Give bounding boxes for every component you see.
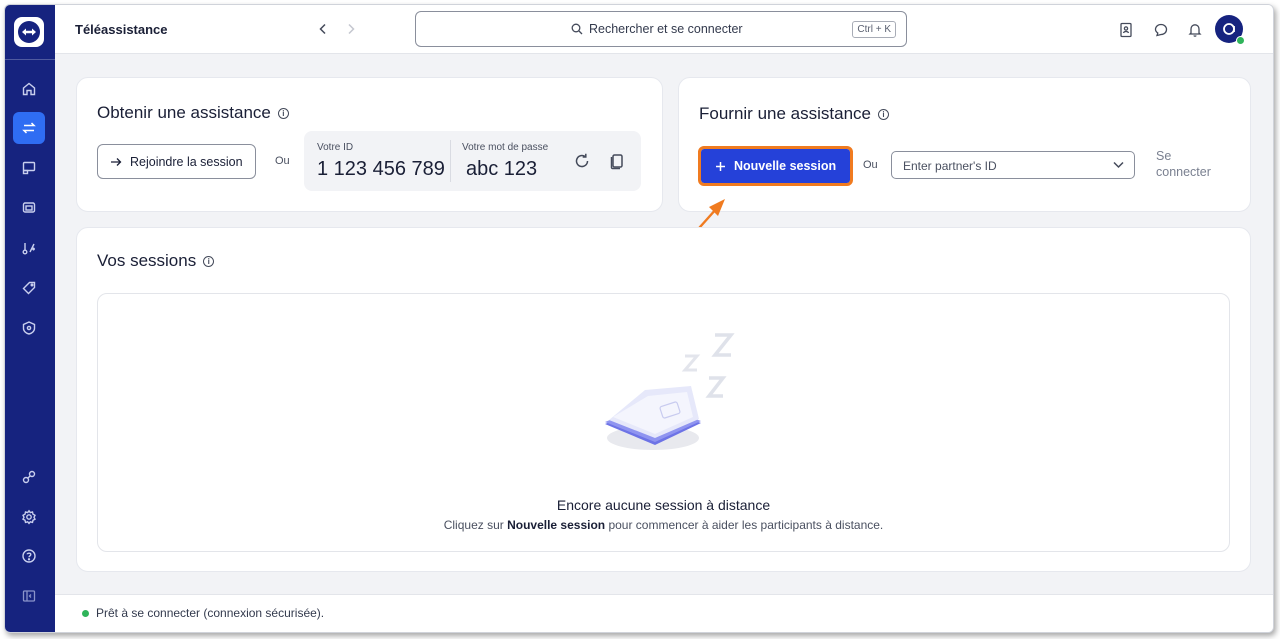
back-button[interactable] — [313, 19, 333, 39]
new-session-button[interactable]: Nouvelle session — [697, 146, 854, 186]
connect-button[interactable]: Se connecter — [1156, 148, 1211, 180]
workflows-icon[interactable] — [13, 232, 45, 264]
page-title: Téléassistance — [75, 22, 168, 37]
app-window: Téléassistance Rechercher et se connecte… — [4, 4, 1274, 633]
refresh-icon[interactable] — [573, 152, 591, 175]
devices-icon[interactable] — [13, 152, 45, 184]
security-icon[interactable] — [13, 312, 45, 344]
notifications-icon[interactable] — [1185, 20, 1205, 40]
contacts-icon[interactable] — [1116, 20, 1136, 40]
empty-title: Encore aucune session à distance — [556, 497, 771, 513]
empty-description: Cliquez sur Nouvelle session pour commen… — [443, 518, 884, 532]
sessions-empty-state: Encore aucune session à distance Cliquez… — [97, 293, 1230, 552]
id-label: Votre ID — [317, 142, 354, 153]
chevron-down-icon — [1113, 161, 1124, 169]
or-label: Ou — [275, 155, 290, 167]
or-label: Ou — [863, 159, 878, 171]
remote-control-icon[interactable] — [13, 112, 45, 144]
password-label: Votre mot de passe — [462, 142, 549, 153]
id-value[interactable]: 1 123 456 789 — [317, 158, 445, 181]
id-password-box: Votre ID 1 123 456 789 Votre mot de pass… — [304, 131, 641, 191]
help-icon[interactable] — [13, 540, 45, 572]
get-support-title: Obtenir une assistance i — [97, 103, 289, 123]
online-status-dot — [1236, 36, 1245, 45]
search-shortcut: Ctrl + K — [852, 21, 896, 38]
get-support-card: Obtenir une assistance i Rejoindre la se… — [76, 77, 663, 212]
settings-icon[interactable] — [13, 501, 45, 533]
search-placeholder: Rechercher et se connecter — [589, 22, 743, 36]
copy-icon[interactable] — [609, 152, 625, 175]
status-bar: Prêt à se connecter (connexion sécurisée… — [55, 594, 1273, 632]
sessions-title: Vos sessions i — [97, 251, 215, 271]
screen-icon[interactable] — [13, 192, 45, 224]
connections-icon[interactable] — [13, 461, 45, 493]
status-text: Prêt à se connecter (connexion sécurisée… — [96, 606, 325, 620]
topbar: Téléassistance Rechercher et se connecte… — [55, 5, 1273, 54]
info-icon[interactable]: i — [877, 108, 889, 120]
teamviewer-logo[interactable] — [14, 17, 44, 47]
arrow-right-icon — [111, 157, 122, 166]
collapse-icon[interactable] — [13, 580, 45, 612]
partner-id-select[interactable]: Enter partner's ID — [891, 151, 1135, 179]
connection-status-dot — [82, 610, 89, 617]
plus-icon — [716, 161, 725, 171]
password-value[interactable]: abc 123 — [466, 158, 537, 181]
chat-icon[interactable] — [1151, 20, 1171, 40]
sleeping-laptop-illustration — [605, 333, 735, 450]
provide-support-title: Fournir une assistance i — [699, 104, 889, 124]
search-icon — [571, 23, 583, 35]
join-session-button[interactable]: Rejoindre la session — [97, 144, 256, 179]
info-icon[interactable]: i — [277, 107, 289, 119]
sessions-card: Vos sessions i Encore aucune session à d… — [76, 227, 1251, 572]
home-icon[interactable] — [13, 73, 45, 105]
provide-support-card: Fournir une assistance i Nouvelle sessio… — [678, 77, 1251, 212]
search-bar[interactable]: Rechercher et se connecter Ctrl + K — [415, 11, 907, 47]
tag-icon[interactable] — [13, 272, 45, 304]
sidebar — [5, 5, 55, 632]
partner-id-placeholder: Enter partner's ID — [903, 159, 997, 173]
new-session-link-text: Nouvelle session — [507, 518, 606, 532]
info-icon[interactable]: i — [203, 255, 215, 267]
forward-button[interactable] — [341, 19, 361, 39]
